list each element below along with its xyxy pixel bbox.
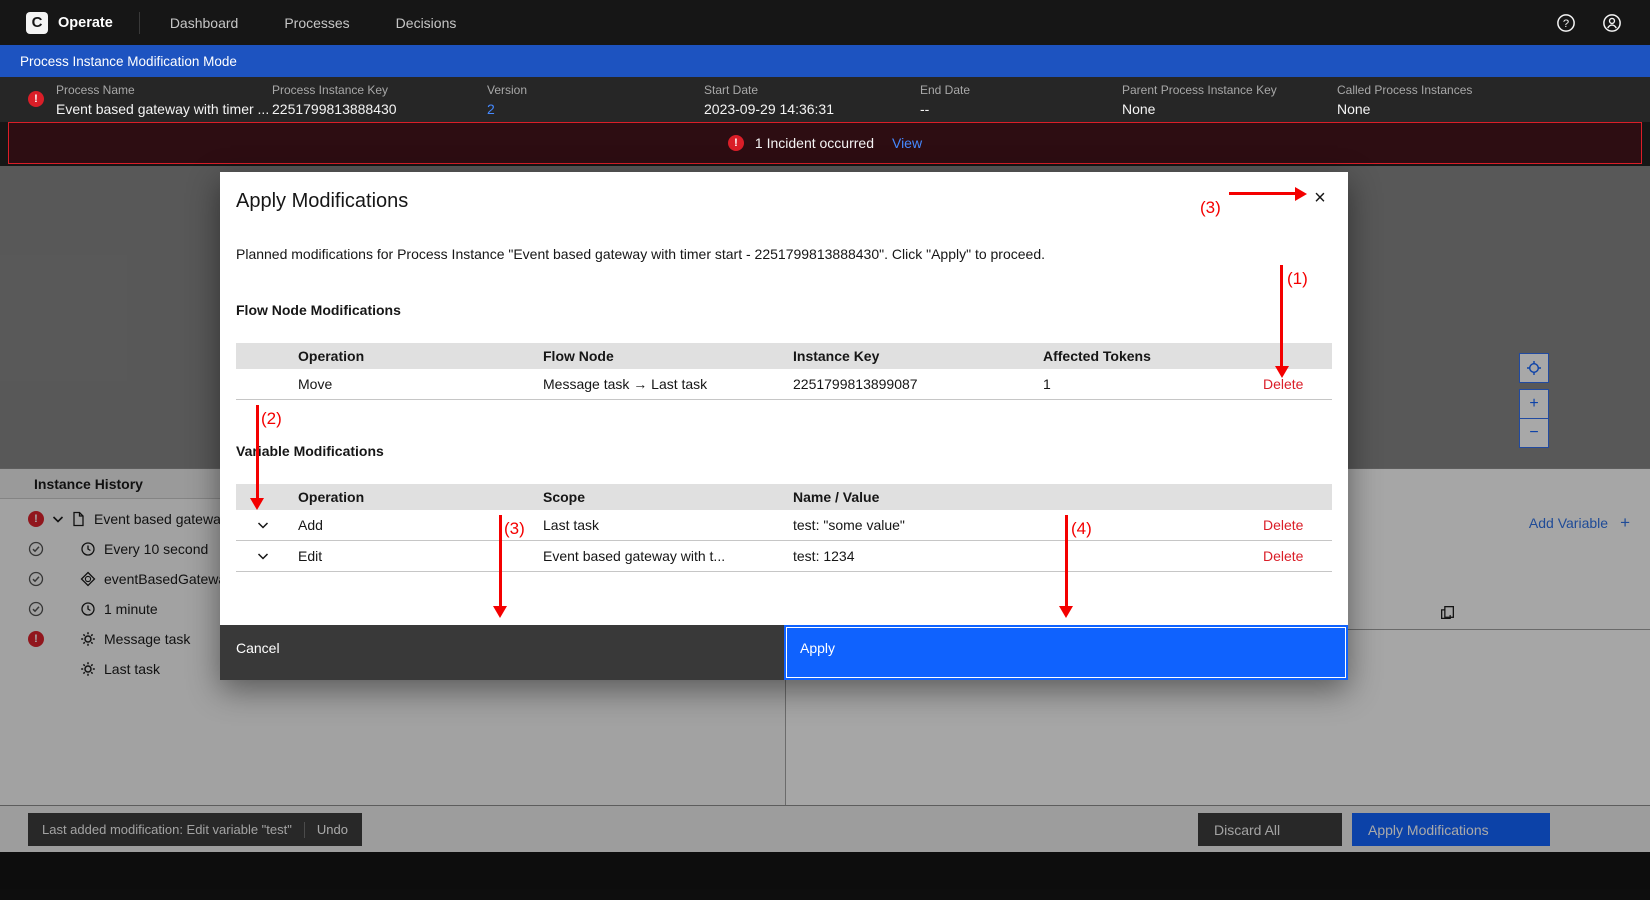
operation-cell: Move — [290, 376, 535, 392]
annotation-label-cancel: (3) — [504, 519, 525, 539]
top-navbar: C Operate Dashboard Processes Decisions … — [0, 0, 1650, 45]
nav-item-processes[interactable]: Processes — [284, 15, 349, 31]
svg-text:?: ? — [1563, 17, 1569, 29]
flow-node-modification-row: Move Message task → Last task 2251799813… — [236, 369, 1332, 400]
variable-modification-row: Edit Event based gateway with t... test:… — [236, 541, 1332, 572]
help-button[interactable]: ? — [1554, 11, 1578, 35]
annotation-arrowhead-close — [1295, 187, 1307, 201]
app-title: Operate — [58, 15, 113, 31]
nav-items: Dashboard Processes Decisions — [170, 15, 457, 31]
cancel-button[interactable]: Cancel — [220, 625, 784, 680]
annotation-label-delete: (1) — [1287, 269, 1308, 289]
camunda-logo: C — [26, 12, 48, 34]
close-button[interactable]: × — [1304, 182, 1336, 214]
field-version: Version 2 — [487, 83, 527, 117]
annotation-label-close: (3) — [1200, 198, 1221, 218]
chevron-down-icon — [255, 548, 271, 564]
affected-tokens-cell: 1 — [1035, 376, 1255, 392]
delete-flow-node-modification-link[interactable]: Delete — [1255, 376, 1332, 392]
variable-modifications-table: Operation Scope Name / Value Add Last ta… — [236, 484, 1332, 572]
nav-item-dashboard[interactable]: Dashboard — [170, 15, 239, 31]
scope-cell: Last task — [535, 517, 785, 533]
delete-variable-modification-link[interactable]: Delete — [1255, 548, 1332, 564]
modification-mode-banner: Process Instance Modification Mode — [0, 45, 1650, 77]
annotation-arrow-delete — [1280, 265, 1283, 366]
flow-node-modifications-heading: Flow Node Modifications — [236, 302, 401, 318]
chevron-down-icon — [255, 517, 271, 533]
annotation-arrow-close — [1229, 192, 1295, 195]
annotation-arrow-expand — [256, 405, 259, 498]
field-parent-process-instance-key: Parent Process Instance Key None — [1122, 83, 1277, 117]
annotation-arrow-apply — [1065, 515, 1068, 606]
delete-variable-modification-link[interactable]: Delete — [1255, 517, 1332, 533]
annotation-label-expand: (2) — [261, 409, 282, 429]
annotation-label-apply: (4) — [1071, 519, 1092, 539]
dialog-description: Planned modifications for Process Instan… — [236, 246, 1045, 262]
name-value-cell: test: "some value" — [785, 517, 1255, 533]
name-value-cell: test: 1234 — [785, 548, 1255, 564]
incident-status-icon: ! — [28, 91, 44, 107]
scope-cell: Event based gateway with t... — [535, 548, 785, 564]
profile-button[interactable] — [1600, 11, 1624, 35]
field-process-instance-key: Process Instance Key 2251799813888430 — [272, 83, 397, 117]
instance-header: ! Process Name Event based gateway with … — [0, 77, 1650, 122]
field-start-date: Start Date 2023-09-29 14:36:31 — [704, 83, 834, 117]
annotation-arrow-cancel — [499, 515, 502, 606]
field-called-process-instances: Called Process Instances None — [1337, 83, 1472, 117]
dialog-footer: Cancel Apply — [220, 625, 1348, 680]
incident-view-link[interactable]: View — [892, 135, 922, 151]
flow-node-modifications-table: Operation Flow Node Instance Key Affecte… — [236, 343, 1332, 400]
instance-key-cell: 2251799813899087 — [785, 376, 1035, 392]
apply-button[interactable]: Apply — [784, 625, 1348, 680]
flow-node-cell: Message task → Last task — [535, 376, 785, 392]
annotation-arrowhead-cancel — [493, 606, 507, 618]
incident-banner: ! 1 Incident occurred View — [8, 122, 1642, 164]
screen: C Operate Dashboard Processes Decisions … — [0, 0, 1650, 900]
field-end-date: End Date -- — [920, 83, 970, 117]
dialog-title: Apply Modifications — [236, 190, 408, 213]
incident-icon: ! — [728, 135, 744, 151]
annotation-arrowhead-expand — [250, 498, 264, 510]
navbar-divider — [139, 12, 140, 34]
incident-text: 1 Incident occurred — [755, 135, 874, 151]
nav-item-decisions[interactable]: Decisions — [396, 15, 457, 31]
apply-modifications-dialog: Apply Modifications × Planned modificati… — [220, 172, 1348, 680]
variable-modification-row: Add Last task test: "some value" Delete — [236, 510, 1332, 541]
expand-row-chevron[interactable] — [236, 548, 290, 564]
annotation-arrowhead-apply — [1059, 606, 1073, 618]
version-link[interactable]: 2 — [487, 101, 527, 117]
field-process-name: Process Name Event based gateway with ti… — [56, 83, 269, 117]
annotation-arrowhead-delete — [1275, 366, 1289, 378]
help-icon: ? — [1556, 13, 1576, 33]
table-header: Operation Scope Name / Value — [236, 484, 1332, 510]
close-icon: × — [1314, 187, 1326, 210]
expand-row-chevron[interactable] — [236, 517, 290, 533]
user-icon — [1602, 13, 1622, 33]
table-header: Operation Flow Node Instance Key Affecte… — [236, 343, 1332, 369]
